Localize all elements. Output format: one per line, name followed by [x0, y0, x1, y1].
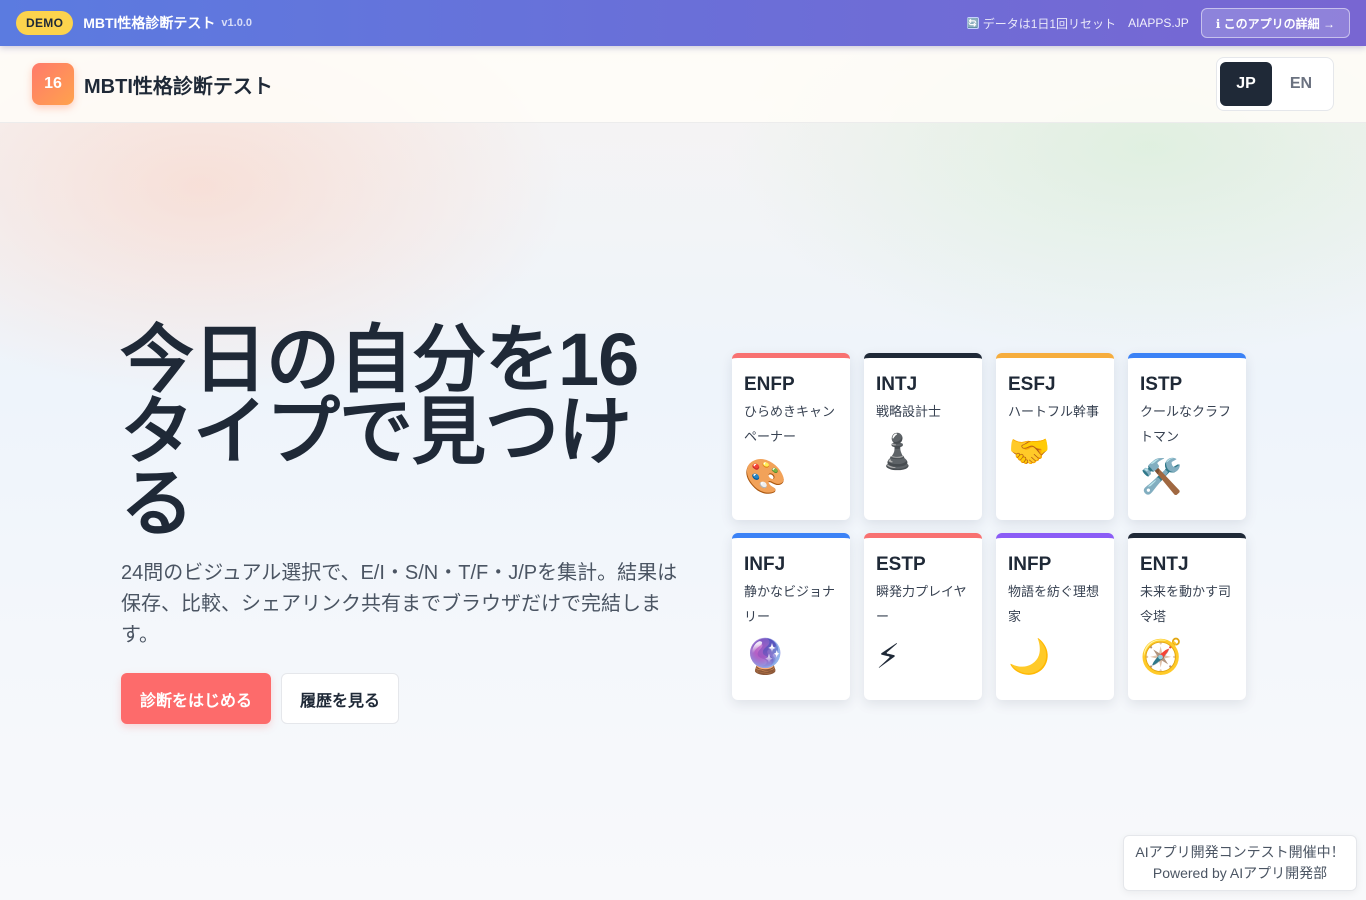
type-card-intj[interactable]: INTJ 戦略設計士 ♟️	[864, 353, 982, 520]
type-code: INTJ	[876, 374, 918, 395]
contest-notice: AIアプリ開発コンテスト開催中！	[1135, 844, 1345, 860]
lang-jp-button[interactable]: JP	[1220, 62, 1272, 106]
crystal-ball-icon: 🔮	[744, 637, 787, 677]
type-card-infp[interactable]: INFP 物語を紡ぐ理想家 🌙	[996, 533, 1114, 700]
type-card-enfp[interactable]: ENFP ひらめきキャンペーナー 🎨	[732, 353, 850, 520]
palette-icon: 🎨	[744, 457, 787, 497]
type-card-estp[interactable]: ESTP 瞬発力プレイヤー ⚡	[864, 533, 982, 700]
powered-by-text: Powered by AIアプリ開発部	[1152, 865, 1328, 881]
type-name: 物語を紡ぐ理想家	[1008, 584, 1100, 624]
demo-banner-right: 🔄 データは1日1回リセット AIAPPS.JP ℹ このアプリの詳細 →	[966, 8, 1350, 38]
type-code: INFJ	[744, 554, 786, 575]
demo-app-title: MBTI性格診断テスト	[83, 15, 216, 31]
type-code: ENTJ	[1140, 554, 1189, 575]
compass-icon: 🧭	[1140, 637, 1183, 677]
logo-badge[interactable]: 16	[32, 63, 74, 105]
type-code: ESFJ	[1008, 374, 1056, 395]
powered-by-badge[interactable]: AIアプリ開発コンテスト開催中！ Powered by AIアプリ開発部	[1123, 835, 1357, 891]
type-code: ISTP	[1140, 374, 1183, 395]
aiapps-link[interactable]: AIAPPS.JP	[1128, 16, 1189, 30]
chess-pawn-icon: ♟️	[876, 432, 919, 472]
handshake-icon: 🤝	[1008, 432, 1051, 472]
site-title[interactable]: MBTI性格診断テスト	[84, 70, 273, 99]
type-code: ENFP	[744, 374, 795, 395]
view-history-button[interactable]: 履歴を見る	[281, 673, 399, 724]
type-code: ESTP	[876, 554, 926, 575]
type-name: 静かなビジョナリー	[744, 584, 836, 624]
app-details-button[interactable]: ℹ このアプリの詳細 →	[1200, 8, 1350, 38]
type-card-infj[interactable]: INFJ 静かなビジョナリー 🔮	[732, 533, 850, 700]
type-card-istp[interactable]: ISTP クールなクラフトマン 🛠️	[1128, 353, 1246, 520]
reset-icon: 🔄	[966, 17, 979, 29]
type-name: ハートフル幹事	[1008, 404, 1100, 419]
type-name: 瞬発力プレイヤー	[876, 584, 967, 624]
demo-banner: DEMO MBTI性格診断テスト v1.0.0 🔄 データは1日1回リセット A…	[0, 0, 1366, 46]
type-code: INFP	[1008, 554, 1052, 575]
type-card-grid: ENFP ひらめきキャンペーナー 🎨 INTJ 戦略設計士 ♟️ ESFJ ハー…	[732, 353, 1246, 700]
hero-actions: 診断をはじめる 履歴を見る	[121, 673, 399, 724]
demo-badge: DEMO	[16, 11, 74, 35]
page-body: 16 MBTI性格診断テスト JP EN 今日の自分を16タイプで見つける 24…	[0, 46, 1366, 900]
tools-icon: 🛠️	[1140, 457, 1183, 497]
lang-en-button[interactable]: EN	[1275, 62, 1327, 106]
type-name: 未来を動かす司令塔	[1140, 584, 1232, 624]
demo-version: v1.0.0	[221, 17, 253, 29]
site-header: 16 MBTI性格診断テスト JP EN	[0, 46, 1366, 123]
language-switch: JP EN	[1216, 57, 1334, 111]
moon-icon: 🌙	[1008, 637, 1051, 677]
type-name: クールなクラフトマン	[1140, 404, 1232, 444]
lightning-icon: ⚡	[876, 637, 900, 677]
start-diagnosis-button[interactable]: 診断をはじめる	[121, 673, 271, 724]
reset-notice-text: データは1日1回リセット	[982, 16, 1117, 31]
reset-notice: 🔄 データは1日1回リセット	[966, 15, 1117, 32]
type-name: 戦略設計士	[876, 404, 942, 419]
type-card-entj[interactable]: ENTJ 未来を動かす司令塔 🧭	[1128, 533, 1246, 700]
hero-title: 今日の自分を16タイプで見つける	[120, 318, 639, 545]
hero-description: 24問のビジュアル選択で、E/I・S/N・T/F・J/Pを集計。結果は保存、比較…	[121, 562, 678, 646]
type-name: ひらめきキャンペーナー	[744, 404, 836, 444]
type-card-esfj[interactable]: ESFJ ハートフル幹事 🤝	[996, 353, 1114, 520]
